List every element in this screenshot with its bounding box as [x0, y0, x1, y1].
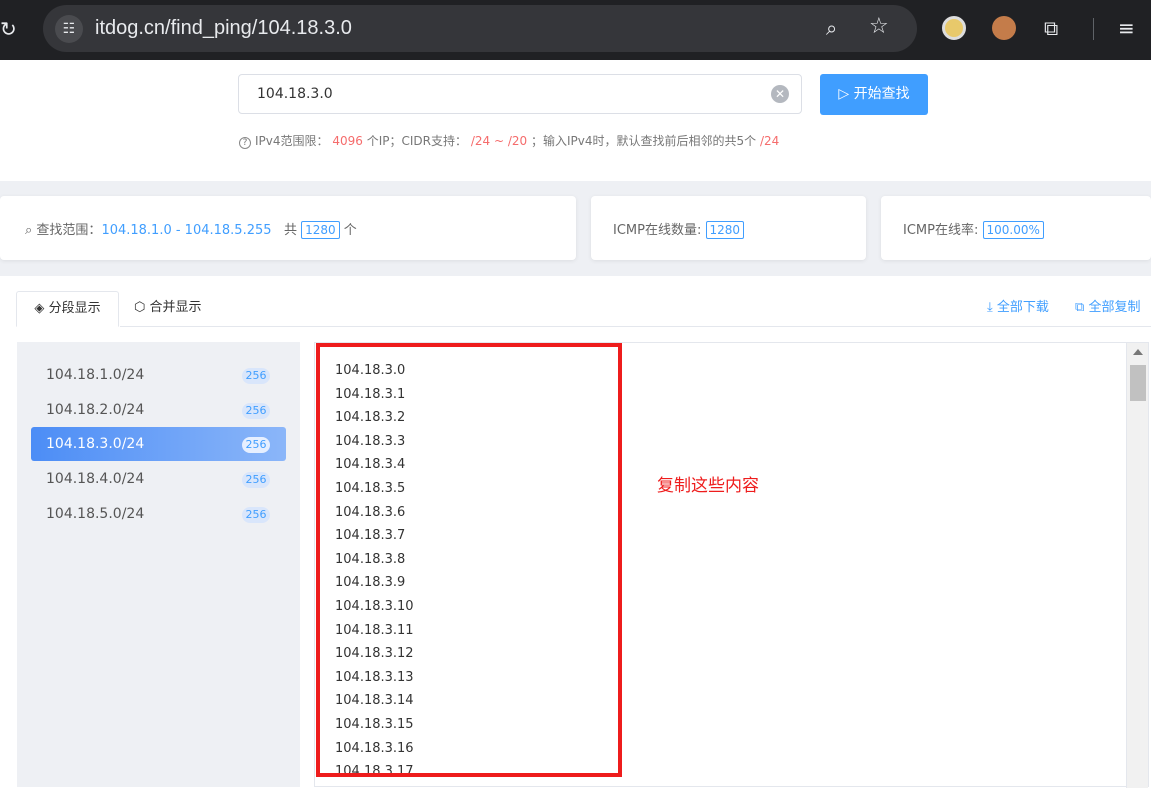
toolbar-divider — [1093, 18, 1094, 40]
segment-count-badge: 256 — [242, 437, 270, 453]
online-rate-badge: 100.00% — [982, 221, 1044, 239]
segment-list: 104.18.1.0/24 256 104.18.2.0/24 256 104.… — [17, 342, 300, 787]
online-count-badge: 1280 — [705, 221, 745, 239]
layers-icon: ◈ — [34, 301, 45, 316]
scrollbar-thumb[interactable] — [1130, 365, 1146, 401]
ip-search-value[interactable]: 104.18.3.0 — [257, 86, 333, 102]
search-card: 104.18.3.0 ✕ ▷ 开始查找 ? IPv4范围限： 4096 个IP；C… — [0, 60, 1151, 181]
segment-count-badge: 256 — [242, 472, 270, 488]
url-text[interactable]: itdog.cn/find_ping/104.18.3.0 — [95, 15, 352, 42]
reading-list-icon[interactable]: ≡ — [1118, 16, 1142, 40]
tab-merged[interactable]: ⬡ 合并显示 — [134, 291, 202, 327]
extensions-puzzle-icon[interactable]: ⧉ — [1044, 16, 1068, 40]
cube-icon: ⬡ — [134, 300, 146, 315]
segment-item[interactable]: 104.18.1.0/24 256 — [31, 358, 286, 392]
total-count-badge: 1280 — [301, 221, 340, 239]
start-search-label: 开始查找 — [853, 86, 910, 102]
start-search-button[interactable]: ▷ 开始查找 — [820, 74, 928, 115]
annotation-highlight-box — [316, 343, 622, 777]
online-count-card: ICMP在线数量: 1280 — [591, 196, 866, 260]
site-info-icon[interactable]: ☷ — [55, 15, 83, 43]
copy-icon: ⧉ — [1075, 300, 1085, 315]
segment-count-badge: 256 — [242, 403, 270, 419]
extension-avatar-icon[interactable] — [992, 16, 1016, 40]
range-value: 104.18.1.0 - 104.18.5.255 — [101, 223, 272, 238]
download-all-button[interactable]: ⤓ 全部下载 — [987, 296, 1049, 315]
bookmark-star-icon[interactable]: ☆ — [869, 14, 889, 39]
zoom-icon[interactable]: ⌕ — [826, 16, 837, 40]
extension-icon[interactable] — [942, 16, 966, 40]
segment-item-active[interactable]: 104.18.3.0/24 256 — [31, 427, 286, 461]
scrollbar[interactable] — [1126, 343, 1148, 788]
tab-segmented[interactable]: ◈ 分段显示 — [16, 291, 119, 327]
search-hint: ? IPv4范围限： 4096 个IP；CIDR支持： /24 ~ /20 ；输入… — [239, 132, 779, 149]
segment-count-badge: 256 — [242, 507, 270, 523]
segment-item[interactable]: 104.18.4.0/24 256 — [31, 462, 286, 496]
browser-toolbar: ↻ ☷ itdog.cn/find_ping/104.18.3.0 ⌕ ☆ ⧉ … — [0, 0, 1151, 60]
segment-count-badge: 256 — [242, 368, 270, 384]
scroll-up-arrow-icon[interactable] — [1133, 349, 1143, 355]
tab-underline — [120, 326, 1151, 327]
segment-item[interactable]: 104.18.5.0/24 256 — [31, 497, 286, 531]
ip-search-input[interactable]: 104.18.3.0 ✕ — [238, 74, 802, 114]
address-bar[interactable]: ☷ itdog.cn/find_ping/104.18.3.0 ⌕ ☆ — [43, 5, 917, 52]
online-rate-card: ICMP在线率: 100.00% — [881, 196, 1151, 260]
help-icon: ? — [239, 137, 251, 149]
copy-all-button[interactable]: ⧉ 全部复制 — [1075, 296, 1140, 315]
reload-icon[interactable]: ↻ — [0, 14, 20, 44]
range-stat-card: ⌕ 查找范围：104.18.1.0 - 104.18.5.255 共 1280 … — [0, 196, 576, 260]
annotation-text: 复制这些内容 — [657, 476, 759, 496]
segment-item[interactable]: 104.18.2.0/24 256 — [31, 393, 286, 427]
download-icon: ⤓ — [987, 300, 993, 315]
play-icon: ▷ — [838, 86, 850, 102]
clear-icon[interactable]: ✕ — [771, 85, 789, 103]
search-icon: ⌕ — [25, 223, 33, 238]
